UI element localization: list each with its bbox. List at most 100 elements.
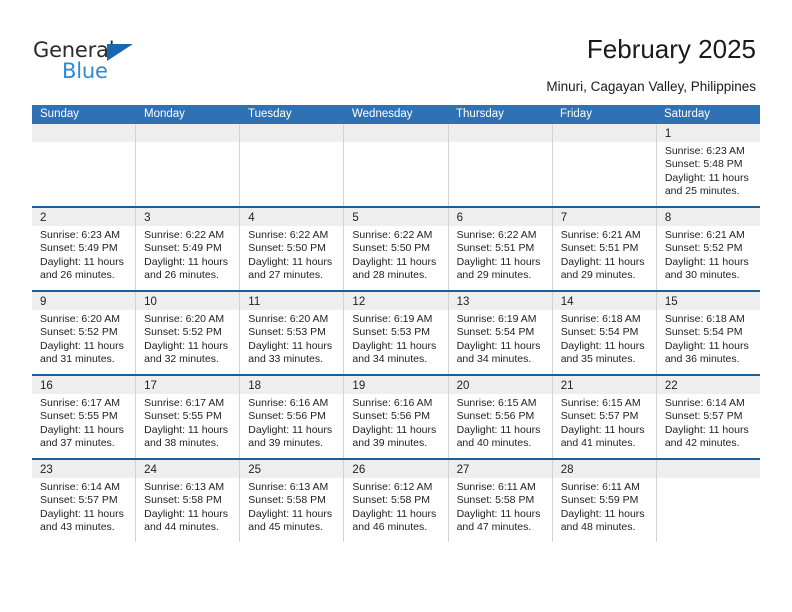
calendar-day-cell[interactable]: 3 Sunrise: 6:22 AM Sunset: 5:49 PM Daylight…: [136, 208, 241, 290]
sunset-time: Sunset: 5:52 PM: [144, 326, 222, 339]
day-number: 28: [560, 464, 574, 476]
weekday-header-saturday: Saturday: [664, 108, 711, 120]
calendar-day-cell[interactable]: 7 Sunrise: 6:21 AM Sunset: 5:51 PM Daylight…: [552, 208, 657, 290]
calendar-day-cell-empty: [656, 460, 760, 542]
sunset-time: Sunset: 5:51 PM: [560, 242, 639, 255]
logo-text-blue: Blue: [62, 59, 108, 83]
calendar-day-cell[interactable]: 12 Sunrise: 6:19 AM Sunset: 5:53 PM Dayligh…: [344, 292, 449, 374]
sunrise-time: Sunrise: 6:17 AM: [40, 397, 120, 409]
day-number-band: [552, 124, 656, 142]
calendar-day-cell[interactable]: 28 Sunrise: 6:11 AM Sunset: 5:59 PM Dayligh…: [552, 460, 657, 542]
calendar-day-cell[interactable]: 15 Sunrise: 6:18 AM Sunset: 5:54 PM Dayligh…: [656, 292, 760, 374]
calendar-day-cell[interactable]: 26 Sunrise: 6:12 AM Sunset: 5:58 PM Dayligh…: [344, 460, 449, 542]
calendar-day-cell[interactable]: 6 Sunrise: 6:22 AM Sunset: 5:51 PM Daylight…: [448, 208, 553, 290]
weekday-header-friday: Friday: [560, 108, 592, 120]
daylight-duration-line1: Daylight: 11 hours: [560, 339, 645, 352]
calendar-day-cell[interactable]: 21 Sunrise: 6:15 AM Sunset: 5:57 PM Dayligh…: [552, 376, 657, 458]
day-sun-info: Sunrise: 6:23 AM Sunset: 5:48 PM Daylight:…: [657, 142, 760, 206]
calendar-day-cell[interactable]: 8 Sunrise: 6:21 AM Sunset: 5:52 PM Daylight…: [656, 208, 760, 290]
calendar-day-cell[interactable]: 20 Sunrise: 6:15 AM Sunset: 5:56 PM Dayligh…: [448, 376, 553, 458]
sunset-time: Sunset: 5:54 PM: [664, 326, 743, 339]
day-number-band: [136, 124, 240, 142]
sunset-time: Sunset: 5:54 PM: [456, 326, 535, 339]
calendar-day-cell[interactable]: 2 Sunrise: 6:23 AM Sunset: 5:49 PM Daylight…: [32, 208, 137, 290]
triangle-icon: [107, 44, 133, 61]
daylight-duration-line2: and 43 minutes.: [40, 521, 115, 534]
weekday-header-thursday: Thursday: [456, 108, 504, 120]
calendar-week-row: 23 Sunrise: 6:14 AM Sunset: 5:57 PM Dayligh…: [32, 458, 760, 542]
sunset-time: Sunset: 5:49 PM: [144, 242, 222, 255]
sunset-time: Sunset: 5:58 PM: [352, 494, 431, 507]
daylight-duration-line1: Daylight: 11 hours: [352, 423, 437, 436]
calendar-day-cell[interactable]: 22 Sunrise: 6:14 AM Sunset: 5:57 PM Dayligh…: [656, 376, 760, 458]
daylight-duration-line2: and 29 minutes.: [456, 269, 532, 282]
day-number: 14: [560, 296, 574, 308]
day-sun-info: Sunrise: 6:18 AM Sunset: 5:54 PM Daylight:…: [553, 310, 656, 374]
calendar-day-cell[interactable]: 10 Sunrise: 6:20 AM Sunset: 5:52 PM Dayligh…: [136, 292, 241, 374]
day-number: 27: [456, 464, 470, 476]
daylight-duration-line2: and 37 minutes.: [40, 437, 115, 450]
day-number: 3: [144, 212, 151, 224]
sunrise-time: Sunrise: 6:20 AM: [40, 313, 120, 325]
day-number: 19: [352, 380, 366, 392]
sunset-time: Sunset: 5:59 PM: [560, 494, 639, 507]
calendar-day-cell[interactable]: 1 Sunrise: 6:23 AM Sunset: 5:48 PM Daylight…: [656, 124, 760, 206]
daylight-duration-line2: and 29 minutes.: [560, 269, 636, 282]
daylight-duration-line1: Daylight: 11 hours: [456, 255, 541, 268]
calendar-grid: Sunday Monday Tuesday Wednesday Thursday…: [32, 105, 760, 542]
day-sun-info: Sunrise: 6:14 AM Sunset: 5:57 PM Daylight:…: [32, 478, 135, 542]
day-sun-info: Sunrise: 6:20 AM Sunset: 5:52 PM Daylight:…: [136, 310, 239, 374]
day-number-band: [448, 124, 552, 142]
calendar-day-cell[interactable]: 9 Sunrise: 6:20 AM Sunset: 5:52 PM Daylight…: [32, 292, 137, 374]
calendar-day-cell[interactable]: 27 Sunrise: 6:11 AM Sunset: 5:58 PM Dayligh…: [448, 460, 553, 542]
calendar-page: General Blue February 2025 Minuri, Cagay…: [0, 0, 792, 612]
sunset-time: Sunset: 5:53 PM: [248, 326, 326, 339]
daylight-duration-line1: Daylight: 11 hours: [664, 423, 749, 436]
daylight-duration-line2: and 34 minutes.: [456, 353, 532, 366]
day-number: 21: [560, 380, 574, 392]
calendar-day-cell[interactable]: 18 Sunrise: 6:16 AM Sunset: 5:56 PM Dayligh…: [240, 376, 345, 458]
calendar-day-cell[interactable]: 25 Sunrise: 6:13 AM Sunset: 5:58 PM Dayligh…: [240, 460, 345, 542]
day-sun-info: [657, 478, 760, 542]
day-number-band: 1: [656, 124, 760, 142]
day-sun-info: Sunrise: 6:16 AM Sunset: 5:56 PM Daylight:…: [240, 394, 343, 458]
calendar-day-cell[interactable]: 4 Sunrise: 6:22 AM Sunset: 5:50 PM Daylight…: [240, 208, 345, 290]
day-sun-info: Sunrise: 6:15 AM Sunset: 5:57 PM Daylight:…: [553, 394, 656, 458]
sunset-time: Sunset: 5:51 PM: [456, 242, 535, 255]
calendar-day-cell[interactable]: 19 Sunrise: 6:16 AM Sunset: 5:56 PM Dayligh…: [344, 376, 449, 458]
calendar-day-cell[interactable]: 11 Sunrise: 6:20 AM Sunset: 5:53 PM Dayligh…: [240, 292, 345, 374]
daylight-duration-line1: Daylight: 11 hours: [352, 339, 437, 352]
calendar-day-cell[interactable]: 17 Sunrise: 6:17 AM Sunset: 5:55 PM Dayligh…: [136, 376, 241, 458]
daylight-duration-line1: Daylight: 11 hours: [352, 507, 437, 520]
daylight-duration-line2: and 38 minutes.: [144, 437, 219, 450]
calendar-weeks: 1 Sunrise: 6:23 AM Sunset: 5:48 PM Daylight…: [32, 124, 760, 542]
daylight-duration-line1: Daylight: 11 hours: [144, 423, 228, 436]
daylight-duration-line2: and 44 minutes.: [144, 521, 219, 534]
day-number: 16: [40, 380, 53, 392]
daylight-duration-line1: Daylight: 11 hours: [352, 255, 437, 268]
sunrise-time: Sunrise: 6:18 AM: [560, 313, 641, 325]
weekday-header-monday: Monday: [144, 108, 185, 120]
sunrise-time: Sunrise: 6:23 AM: [664, 145, 745, 157]
calendar-day-cell[interactable]: 24 Sunrise: 6:13 AM Sunset: 5:58 PM Dayligh…: [136, 460, 241, 542]
general-blue-logo[interactable]: General Blue: [33, 40, 153, 86]
day-sun-info: Sunrise: 6:17 AM Sunset: 5:55 PM Daylight:…: [136, 394, 239, 458]
sunrise-time: Sunrise: 6:16 AM: [352, 397, 433, 409]
calendar-day-cell[interactable]: 5 Sunrise: 6:22 AM Sunset: 5:50 PM Daylight…: [344, 208, 449, 290]
daylight-duration-line2: and 39 minutes.: [248, 437, 323, 450]
daylight-duration-line2: and 45 minutes.: [248, 521, 323, 534]
calendar-day-cell[interactable]: 16 Sunrise: 6:17 AM Sunset: 5:55 PM Dayligh…: [32, 376, 137, 458]
sunset-time: Sunset: 5:50 PM: [352, 242, 431, 255]
day-number: 26: [352, 464, 366, 476]
day-number-band: [656, 460, 760, 478]
day-number-band: 10: [136, 292, 240, 310]
calendar-day-cell[interactable]: 23 Sunrise: 6:14 AM Sunset: 5:57 PM Dayligh…: [32, 460, 137, 542]
daylight-duration-line1: Daylight: 11 hours: [40, 423, 124, 436]
sunset-time: Sunset: 5:48 PM: [664, 158, 743, 171]
calendar-day-cell[interactable]: 13 Sunrise: 6:19 AM Sunset: 5:54 PM Dayligh…: [448, 292, 553, 374]
sunrise-time: Sunrise: 6:15 AM: [560, 397, 641, 409]
daylight-duration-line1: Daylight: 11 hours: [456, 507, 541, 520]
day-sun-info: Sunrise: 6:20 AM Sunset: 5:52 PM Daylight:…: [32, 310, 135, 374]
calendar-day-cell[interactable]: 14 Sunrise: 6:18 AM Sunset: 5:54 PM Dayligh…: [552, 292, 657, 374]
day-sun-info: Sunrise: 6:19 AM Sunset: 5:54 PM Daylight:…: [449, 310, 552, 374]
